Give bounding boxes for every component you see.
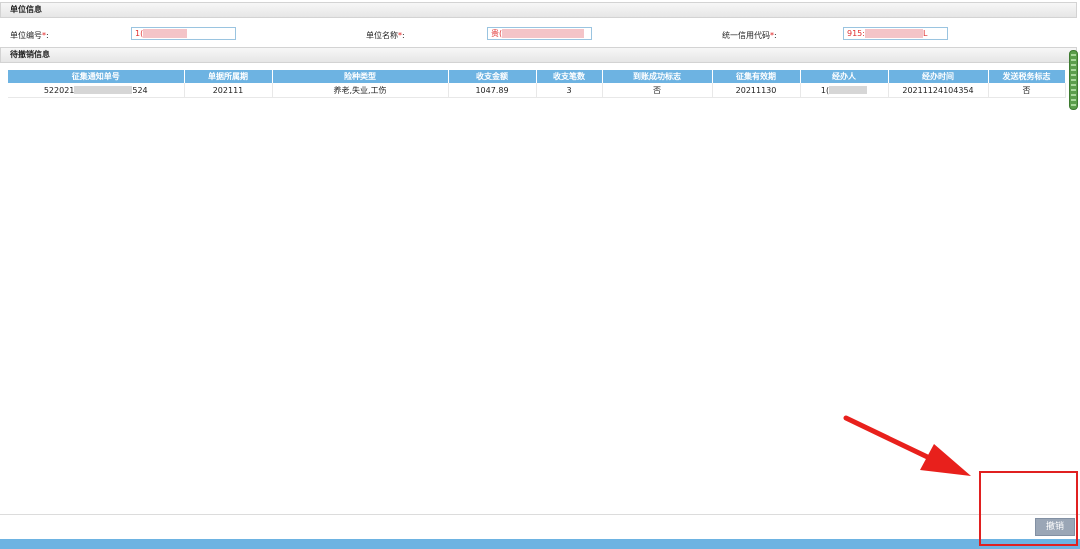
annotation-arrow-icon <box>843 415 971 476</box>
